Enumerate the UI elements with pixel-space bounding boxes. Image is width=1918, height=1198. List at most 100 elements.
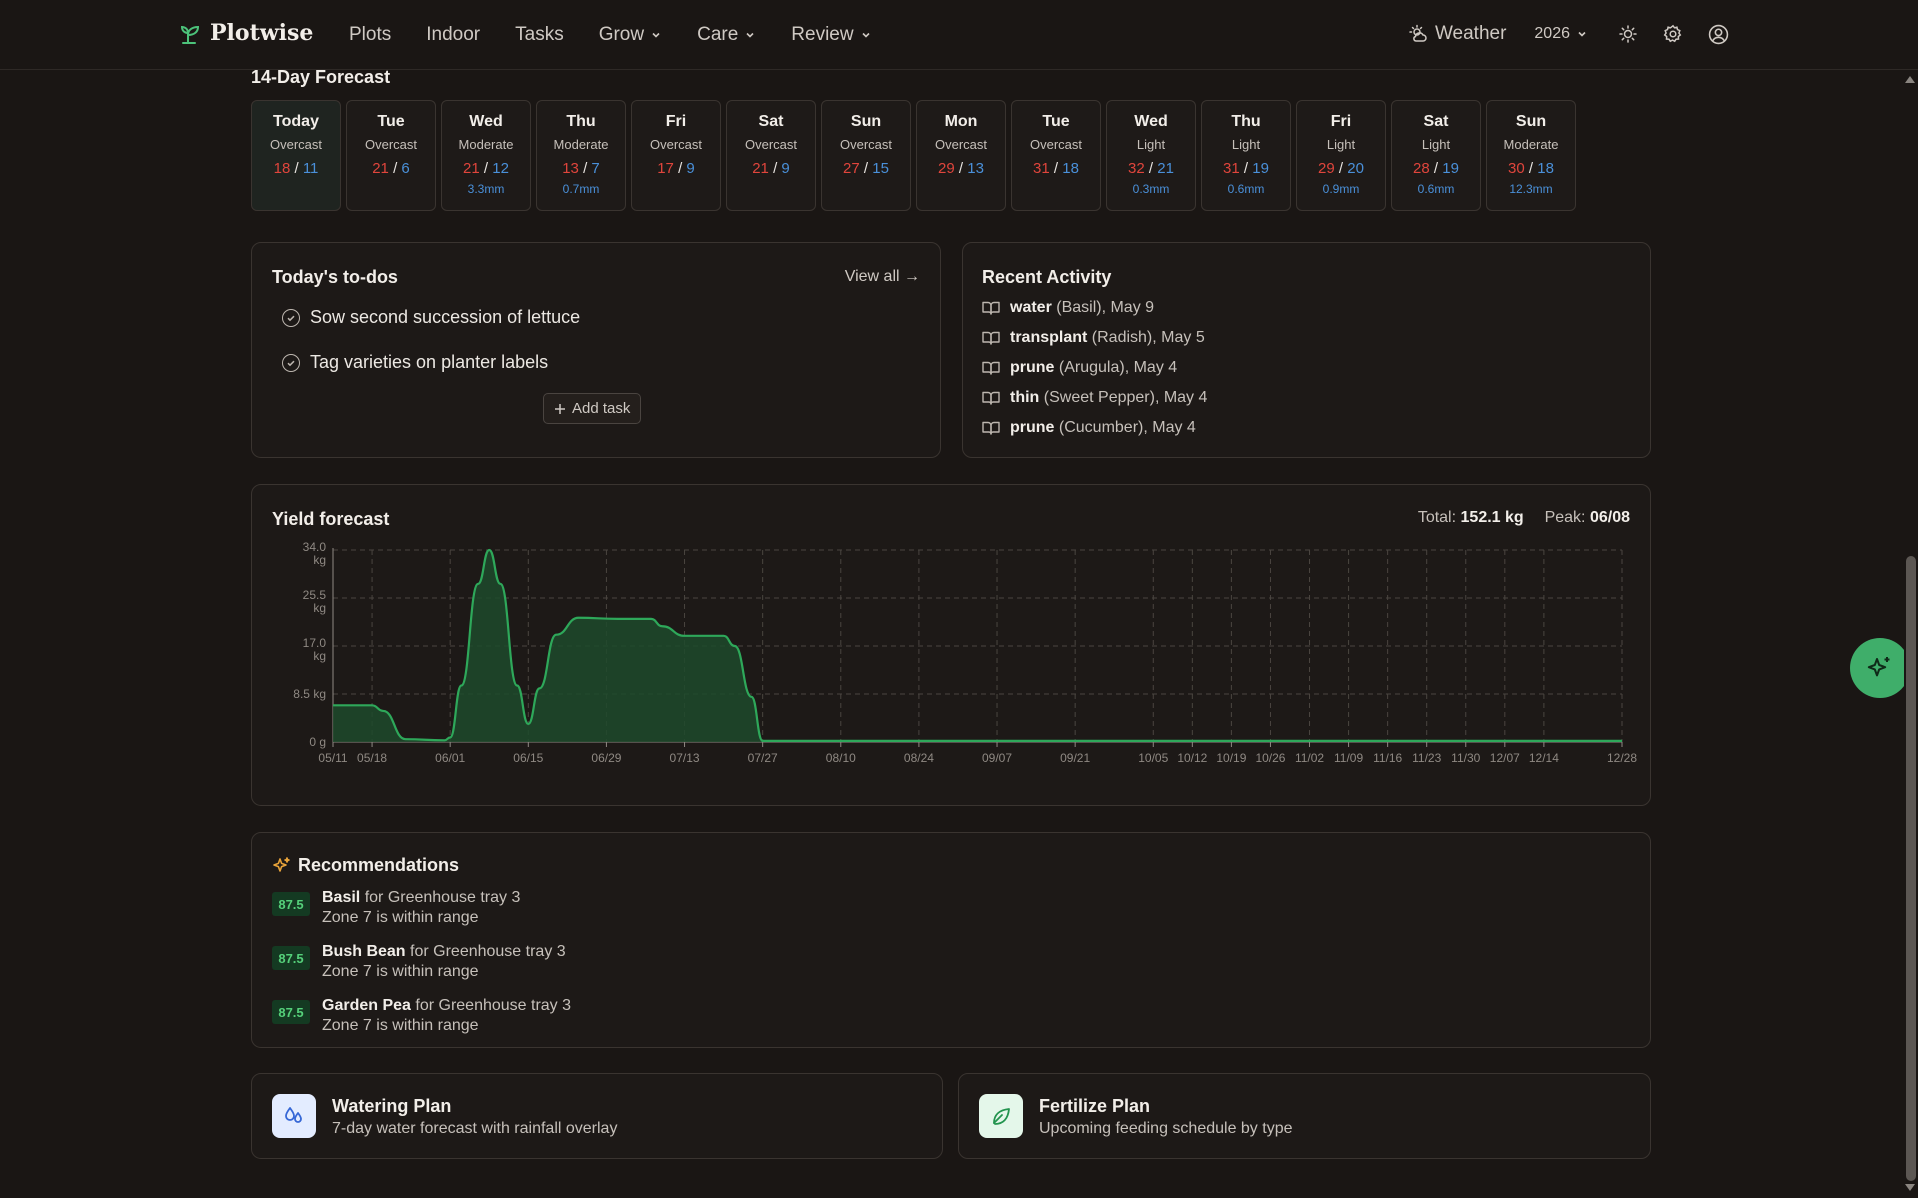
todos-card: Today's to-dos View all → Sow second suc… bbox=[251, 242, 941, 458]
low-temp: 20 bbox=[1347, 160, 1364, 177]
book-open-icon bbox=[982, 331, 1000, 345]
activity-action: prune bbox=[1010, 359, 1055, 376]
plant-name: Bush Bean bbox=[322, 943, 406, 960]
forecast-day[interactable]: Fri Light 29 / 20 0.9mm bbox=[1296, 100, 1386, 211]
user-icon bbox=[1708, 24, 1728, 44]
activity-action: prune bbox=[1010, 419, 1055, 436]
x-tick-label: 07/13 bbox=[670, 751, 700, 765]
recommendation-text: Bush Bean for Greenhouse tray 3 Zone 7 is… bbox=[322, 942, 566, 982]
day-temps: 21 / 12 bbox=[463, 160, 509, 177]
x-tick-label: 11/23 bbox=[1412, 751, 1441, 765]
forecast-day[interactable]: Mon Overcast 29 / 13 bbox=[916, 100, 1006, 211]
x-tick-label: 09/07 bbox=[982, 751, 1012, 765]
todo-item[interactable]: Tag varieties on planter labels bbox=[282, 352, 548, 373]
day-name: Today bbox=[273, 113, 319, 130]
fertilize-plan-card[interactable]: Fertilize Plan Upcoming feeding schedule… bbox=[958, 1073, 1651, 1159]
day-condition: Overcast bbox=[649, 137, 702, 152]
theme-toggle-button[interactable] bbox=[1616, 22, 1640, 46]
book-open-icon bbox=[982, 361, 1000, 375]
brand-logo[interactable]: Plotwise bbox=[180, 20, 313, 46]
forecast-day[interactable]: Wed Light 32 / 21 0.3mm bbox=[1106, 100, 1196, 211]
check-circle-icon[interactable] bbox=[282, 308, 300, 327]
nav-label: Grow bbox=[598, 24, 645, 45]
todo-item[interactable]: Sow second succession of lettuce bbox=[282, 307, 580, 328]
forecast-day[interactable]: Thu Light 31 / 19 0.6mm bbox=[1201, 100, 1291, 211]
sun-icon bbox=[1619, 25, 1637, 43]
day-temps: 31 / 19 bbox=[1223, 160, 1269, 177]
account-button[interactable] bbox=[1706, 22, 1730, 46]
yield-chart: 0 g8.5 kg17.0 kg25.5 kg34.0 kg05/11 05/18 06/… bbox=[293, 540, 1637, 765]
recommendation-item[interactable]: 87.5 Bush Bean for Greenhouse tray 3 Zone… bbox=[272, 942, 571, 982]
forecast-day[interactable]: Tue Overcast 21 / 6 bbox=[346, 100, 436, 211]
y-tick-label: 17.0 kg bbox=[303, 636, 327, 663]
watering-plan-card[interactable]: Watering Plan 7-day water forecast with … bbox=[251, 1073, 943, 1159]
day-rain: 0.7mm bbox=[562, 182, 600, 196]
forecast-day[interactable]: Sat Overcast 21 / 9 bbox=[726, 100, 816, 211]
weather-label: Weather bbox=[1434, 23, 1507, 44]
nav-review[interactable]: Review bbox=[791, 24, 871, 46]
day-condition: Light bbox=[1421, 137, 1451, 152]
main-nav: Plots Indoor Tasks Grow Care Review bbox=[349, 24, 907, 46]
day-temps: 32 / 21 bbox=[1128, 160, 1174, 177]
plant-name: Garden Pea bbox=[322, 997, 411, 1014]
recommendation-note: Zone 7 is within range bbox=[322, 1017, 479, 1034]
forecast-day[interactable]: Sun Overcast 27 / 15 bbox=[821, 100, 911, 211]
x-tick-label: 11/09 bbox=[1334, 751, 1363, 765]
activity-item[interactable]: thin (Sweet Pepper), May 4 bbox=[982, 383, 1207, 413]
forecast-day[interactable]: Tue Overcast 31 / 18 bbox=[1011, 100, 1101, 211]
x-tick-label: 10/05 bbox=[1138, 751, 1168, 765]
view-all-link[interactable]: View all → bbox=[845, 268, 920, 286]
activity-item[interactable]: prune (Cucumber), May 4 bbox=[982, 413, 1207, 443]
recommendation-item[interactable]: 87.5 Garden Pea for Greenhouse tray 3 Zon… bbox=[272, 996, 571, 1036]
low-temp: 15 bbox=[872, 160, 889, 177]
nav-grow[interactable]: Grow bbox=[599, 24, 662, 46]
settings-button[interactable] bbox=[1661, 22, 1685, 46]
forecast-day[interactable]: Sat Light 28 / 19 0.6mm bbox=[1391, 100, 1481, 211]
activity-list: water (Basil), May 9 transplant (Radish)… bbox=[982, 293, 1207, 443]
check-circle-icon[interactable] bbox=[282, 353, 300, 372]
nav-indoor[interactable]: Indoor bbox=[426, 24, 480, 46]
scroll-up-icon[interactable] bbox=[1905, 76, 1915, 83]
scrollbar-thumb[interactable] bbox=[1906, 556, 1916, 1181]
score-badge: 87.5 bbox=[272, 892, 310, 916]
forecast-day[interactable]: Wed Moderate 21 / 12 3.3mm bbox=[441, 100, 531, 211]
y-tick-label-line: 34.0 bbox=[303, 540, 327, 554]
add-task-button[interactable]: Add task bbox=[543, 393, 642, 424]
low-temp: 21 bbox=[1157, 160, 1174, 177]
assistant-fab-button[interactable] bbox=[1850, 638, 1910, 698]
day-temps: 29 / 13 bbox=[938, 160, 984, 177]
x-tick-label: 12/14 bbox=[1529, 751, 1559, 765]
day-name: Sat bbox=[758, 113, 784, 130]
yield-card: Yield forecast Total: 152.1 kg Peak: 06/… bbox=[251, 484, 1651, 806]
sun-cloud-icon bbox=[1409, 24, 1427, 42]
activity-item[interactable]: water (Basil), May 9 bbox=[982, 293, 1207, 323]
forecast-day[interactable]: Fri Overcast 17 / 9 bbox=[631, 100, 721, 211]
day-temps: 28 / 19 bbox=[1413, 160, 1459, 177]
day-condition: Overcast bbox=[934, 137, 987, 152]
x-tick-label: 05/11 bbox=[318, 751, 347, 765]
scroll-down-icon[interactable] bbox=[1905, 1184, 1915, 1191]
high-temp: 31 bbox=[1033, 160, 1050, 177]
activity-item[interactable]: transplant (Radish), May 5 bbox=[982, 323, 1207, 353]
forecast-day[interactable]: Sun Moderate 30 / 18 12.3mm bbox=[1486, 100, 1576, 211]
year-select[interactable]: 2026 bbox=[1534, 25, 1588, 43]
recommendation-item[interactable]: 87.5 Basil for Greenhouse tray 3 Zone 7 i… bbox=[272, 888, 571, 928]
nav-care[interactable]: Care bbox=[697, 24, 756, 46]
y-tick-label-line: kg bbox=[313, 649, 326, 663]
recommendation-text: Basil for Greenhouse tray 3 Zone 7 is wit… bbox=[322, 888, 520, 928]
forecast-day[interactable]: Thu Moderate 13 / 7 0.7mm bbox=[536, 100, 626, 211]
weather-link[interactable]: Weather bbox=[1409, 23, 1506, 45]
day-condition: Light bbox=[1231, 137, 1261, 152]
nav-label: Plots bbox=[349, 24, 392, 45]
nav-plots[interactable]: Plots bbox=[349, 24, 391, 46]
day-condition: Moderate bbox=[1503, 137, 1559, 152]
forecast-day[interactable]: Today Overcast 18 / 11 bbox=[251, 100, 341, 211]
nav-tasks[interactable]: Tasks bbox=[515, 24, 564, 46]
x-tick-label: 11/02 bbox=[1295, 751, 1324, 765]
activity-item[interactable]: prune (Arugula), May 4 bbox=[982, 353, 1207, 383]
recommendations-card: Recommendations 87.5 Basil for Greenhous… bbox=[251, 832, 1651, 1048]
plant-location: for Greenhouse tray 3 bbox=[410, 997, 572, 1014]
high-temp: 17 bbox=[657, 160, 674, 177]
x-tick-label: 10/19 bbox=[1216, 751, 1246, 765]
brand-name: Plotwise bbox=[210, 20, 314, 46]
